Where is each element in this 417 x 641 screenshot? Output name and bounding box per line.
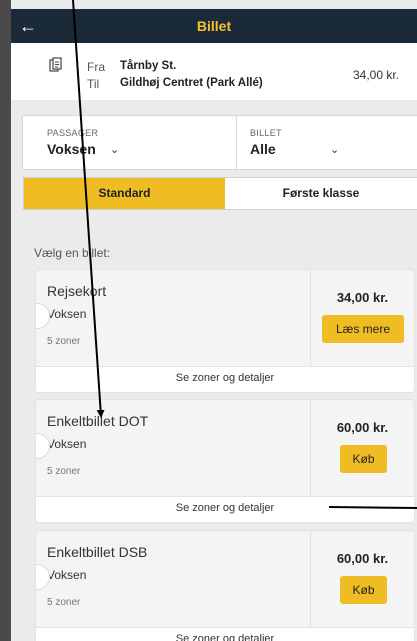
ticket-passenger: Voksen: [47, 568, 87, 582]
chevron-down-icon: ⌄: [110, 144, 120, 156]
ticket-type-select-value: Alle: [250, 141, 276, 157]
to-station: Gildhøj Centret (Park Allé): [120, 77, 263, 89]
route-price: 34,00 kr.: [352, 68, 399, 82]
passenger-select-value: Voksen: [47, 141, 96, 157]
buy-button[interactable]: Køb: [340, 576, 387, 604]
class-tabs: Standard Første klasse: [23, 177, 417, 210]
ticket-name: Enkeltbillet DSB: [47, 544, 148, 560]
ticket-selectors: PASSAGER Voksen ⌄ BILLET Alle ⌄: [22, 115, 417, 170]
buy-button[interactable]: Køb: [340, 445, 387, 473]
ticket-price: 60,00 kr.: [336, 551, 389, 566]
ticket-price: 60,00 kr.: [336, 420, 389, 435]
ticket-price-cell: 34,00 kr. Læs mere: [311, 270, 414, 366]
see-zones-details-link[interactable]: Se zoner og detaljer: [36, 627, 414, 641]
page-title: Billet: [196, 18, 232, 34]
ticket-info[interactable]: Rejsekort Voksen 5 zoner: [36, 270, 310, 366]
ticket-card-enkeltbillet-dsb: Enkeltbillet DSB Voksen 5 zoner 60,00 kr…: [35, 530, 415, 641]
read-more-button[interactable]: Læs mere: [322, 315, 404, 343]
route-summary: Fra Tårnby St. Til Gildhøj Centret (Park…: [11, 43, 417, 100]
ticket-name: Rejsekort: [47, 283, 107, 299]
from-station: Tårnby St.: [120, 60, 177, 72]
ticket-price-cell: 60,00 kr. Køb: [311, 400, 414, 496]
ticket-price-cell: 60,00 kr. Køb: [311, 531, 414, 627]
ticket-type-select-label: BILLET: [250, 128, 282, 138]
ticket-zones: 5 zoner: [47, 597, 81, 608]
tab-first-class[interactable]: Første klasse: [225, 178, 417, 209]
ticket-card-enkeltbillet-dot: Enkeltbillet DOT Voksen 5 zoner 60,00 kr…: [35, 399, 415, 523]
see-zones-details-link[interactable]: Se zoner og detaljer: [36, 366, 414, 392]
ticket-zones: 5 zoner: [47, 466, 81, 477]
ticket-list-heading: Vælg en billet:: [34, 246, 111, 260]
to-label: Til: [87, 77, 100, 91]
ticket-passenger: Voksen: [47, 437, 87, 451]
top-bar: ← Billet: [11, 9, 417, 43]
passenger-select-label: PASSAGER: [47, 128, 99, 138]
ticket-name: Enkeltbillet DOT: [47, 413, 149, 429]
chevron-down-icon: ⌄: [330, 144, 340, 156]
app-screen: ← Billet Fra Tårnby St. Til Gildhøj Cent…: [11, 0, 417, 641]
ticket-card-rejsekort: Rejsekort Voksen 5 zoner 34,00 kr. Læs m…: [35, 269, 415, 393]
see-zones-details-link[interactable]: Se zoner og detaljer: [36, 496, 414, 522]
ticket-info[interactable]: Enkeltbillet DSB Voksen 5 zoner: [36, 531, 310, 627]
ticket-type-select[interactable]: BILLET Alle ⌄: [237, 116, 417, 169]
ticket-passenger: Voksen: [47, 307, 87, 321]
ticket-zones: 5 zoner: [47, 336, 81, 347]
passenger-select[interactable]: PASSAGER Voksen ⌄: [23, 116, 236, 169]
document-icon: [49, 57, 63, 80]
from-label: Fra: [87, 60, 105, 74]
ticket-price: 34,00 kr.: [336, 290, 389, 305]
tab-standard[interactable]: Standard: [24, 178, 225, 209]
ticket-info[interactable]: Enkeltbillet DOT Voksen 5 zoner: [36, 400, 310, 496]
left-edge: [0, 0, 11, 641]
